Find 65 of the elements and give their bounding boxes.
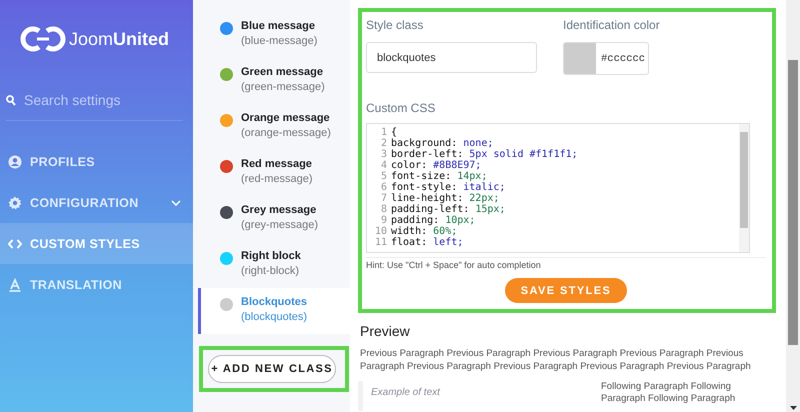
code-icon: [8, 236, 22, 250]
class-slug: (right-block): [241, 265, 300, 277]
field-label: Custom CSS: [366, 101, 436, 115]
code-line: padding: 10px;: [391, 215, 476, 226]
line-number: 5: [380, 171, 387, 182]
code-line: color: #8B8E97;: [391, 160, 482, 171]
style-class-field[interactable]: blockquotes: [366, 42, 537, 73]
class-slug: (blockquotes): [241, 311, 308, 323]
class-slug: (blue-message): [241, 35, 318, 47]
scrollbar[interactable]: [739, 124, 749, 252]
letter-icon: [8, 278, 22, 292]
class-item[interactable]: Orange message (orange-message): [198, 104, 350, 150]
class-name: Blue message: [241, 20, 316, 32]
search-icon: [6, 94, 16, 106]
preview-title: Preview: [360, 323, 411, 339]
code-line: border-left: 5px solid #f1f1f1;: [391, 149, 579, 160]
line-number: 4: [380, 160, 387, 171]
line-number: 3: [380, 149, 387, 160]
class-item[interactable]: Grey message (grey-message): [198, 196, 350, 242]
class-slug: (red-message): [241, 173, 313, 185]
code-line: width: 60%;: [391, 226, 458, 237]
code-line: {: [391, 127, 398, 138]
line-number: 2: [380, 138, 387, 149]
logo-icon: [20, 24, 66, 54]
example-blockquote: Example of text: [358, 381, 593, 411]
search-field[interactable]: Search settings: [24, 92, 174, 108]
field-label: Identification color: [563, 18, 660, 32]
line-number: 1: [380, 127, 387, 138]
class-item[interactable]: Right block (right-block): [198, 242, 350, 288]
gear-icon: [8, 196, 22, 210]
line-number: 7: [380, 193, 387, 204]
class-name: Orange message: [241, 112, 331, 124]
preview-paragraph: Previous Paragraph Previous Paragraph Previous Paragraph Previous Paragraph Previous Paragraph Previous Paragraph Previous Paragraph Previous Paragraph Previous Paragraph: [360, 347, 752, 373]
class-name: Green message: [241, 66, 324, 78]
class-item[interactable]: Green message (green-message): [198, 58, 350, 104]
class-slug: (grey-message): [241, 219, 318, 231]
line-number: 10: [374, 226, 387, 237]
code-line: background: none;: [391, 138, 494, 149]
color-picker[interactable]: #cccccc: [563, 42, 649, 75]
code-line: font-size: 14px;: [391, 171, 488, 182]
line-number: 9: [380, 215, 387, 226]
line-number: 6: [380, 182, 387, 193]
field-label: Style class: [366, 18, 424, 32]
logo-text: JoomUnited: [69, 28, 170, 50]
class-name: Blockquotes: [241, 296, 308, 308]
code-line: padding-left: 15px;: [391, 204, 506, 215]
code-line: font-style: italic;: [391, 182, 506, 193]
class-item[interactable]: Red message (red-message): [198, 150, 350, 196]
hint-text: Hint: Use "Ctrl + Space" for auto completion: [366, 257, 766, 270]
class-name: Right block: [241, 250, 301, 262]
scroll-arrow-icon[interactable]: [790, 406, 796, 410]
preview-paragraph: Following Paragraph Following Paragraph Following Paragraph: [601, 381, 736, 406]
line-number: 11: [374, 237, 387, 248]
code-editor[interactable]: [366, 123, 750, 253]
scrollbar[interactable]: [786, 0, 800, 412]
class-name: Grey message: [241, 204, 318, 216]
code-line: line-height: 22px;: [391, 193, 500, 204]
add-class-button[interactable]: + ADD NEW CLASS: [208, 355, 336, 383]
user-icon: [8, 154, 22, 168]
class-name: Red message: [241, 158, 313, 170]
code-line: float: left;: [391, 237, 464, 248]
class-slug: (green-message): [241, 81, 325, 93]
class-item[interactable]: Blue message (blue-message): [198, 12, 350, 58]
class-slug: (orange-message): [241, 127, 331, 139]
line-number: 8: [380, 204, 387, 215]
